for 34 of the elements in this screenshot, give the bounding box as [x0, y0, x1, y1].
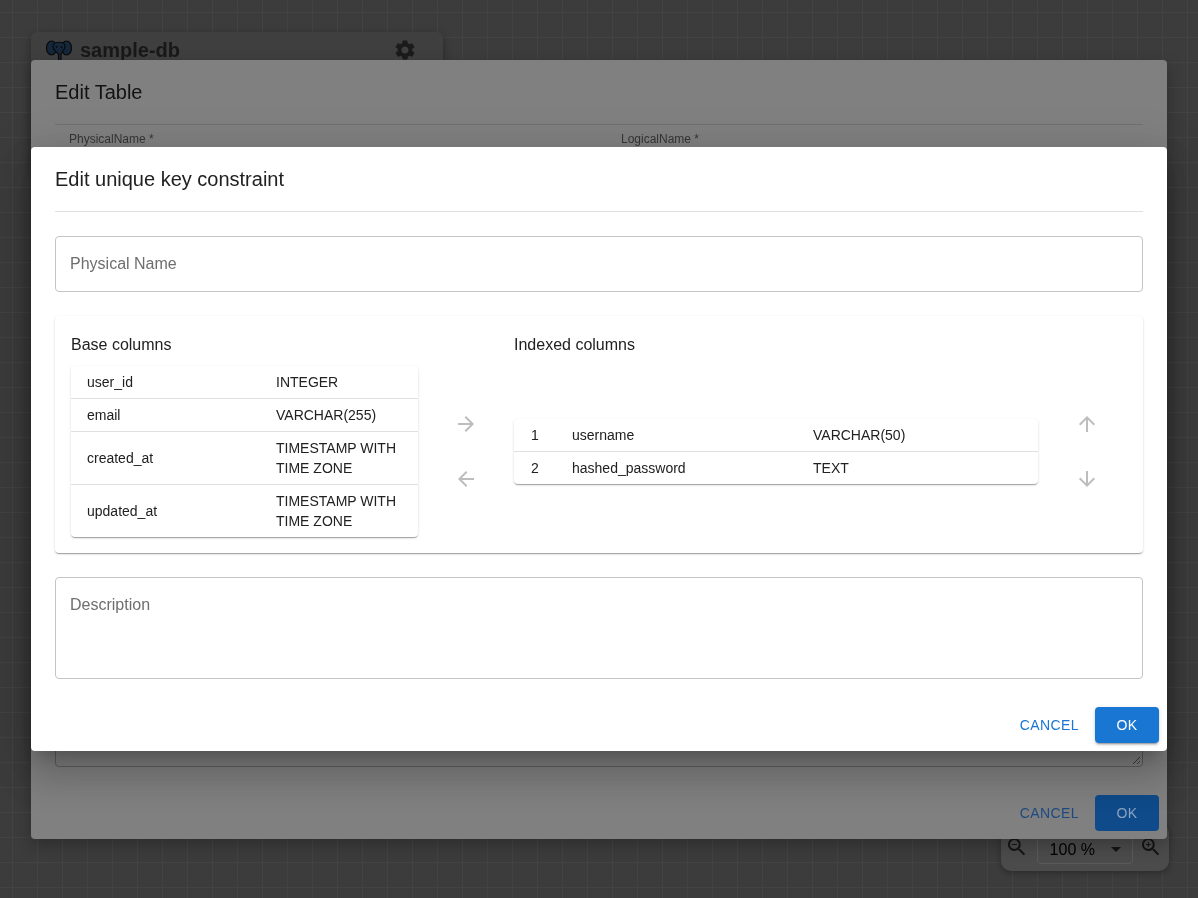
table-cell-text: 2	[530, 459, 540, 478]
cancel-button[interactable]: CANCEL	[1011, 707, 1087, 743]
resize-handle-icon[interactable]	[1133, 757, 1140, 764]
table-cell-text: username	[571, 426, 636, 445]
table-cell-text: INTEGER	[275, 373, 340, 392]
table-cell-text: updated_at	[86, 502, 159, 521]
table-row[interactable]: 2 hashed_password TEXT	[514, 452, 1038, 484]
section-title: Indexed columns	[514, 335, 635, 355]
table-cell-text: TIMESTAMP WITH TIME ZONE	[275, 439, 398, 478]
table-cell-text: VARCHAR(255)	[275, 406, 378, 425]
zoom-value: 100 %	[1049, 840, 1095, 859]
table-row[interactable]: email VARCHAR(255)	[71, 399, 418, 432]
settings-icon[interactable]	[393, 38, 417, 62]
dialog-title: Edit unique key constraint	[54, 167, 286, 192]
table-cell-text: email	[86, 406, 122, 425]
table-cell-text: user_id	[86, 373, 134, 392]
physical-name-input[interactable]: Physical Name	[55, 236, 1143, 292]
table-row[interactable]: updated_at TIMESTAMP WITH TIME ZONE	[71, 485, 418, 537]
table-cell-text: TEXT	[812, 459, 850, 478]
table-cell-text: TIMESTAMP WITH TIME ZONE	[275, 492, 398, 531]
table-cell-text: hashed_password	[571, 459, 687, 478]
table-row[interactable]: created_at TIMESTAMP WITH TIME ZONE	[71, 432, 418, 485]
field-label: LogicalName *	[621, 132, 700, 146]
table-row[interactable]: 1 username VARCHAR(50)	[514, 419, 1038, 452]
caret-icon	[1111, 846, 1122, 852]
description-input[interactable]: Description	[55, 577, 1143, 679]
field-label: PhysicalName *	[69, 132, 154, 146]
table-cell-text: created_at	[86, 449, 155, 468]
dialog-title: Edit Table	[54, 80, 144, 105]
table-row[interactable]: user_id INTEGER	[71, 366, 418, 399]
section-title: Base columns	[71, 335, 172, 355]
ok-button[interactable]: OK	[1095, 707, 1159, 743]
table-cell-text: 1	[530, 426, 540, 445]
table-cell-text: VARCHAR(50)	[812, 426, 907, 445]
